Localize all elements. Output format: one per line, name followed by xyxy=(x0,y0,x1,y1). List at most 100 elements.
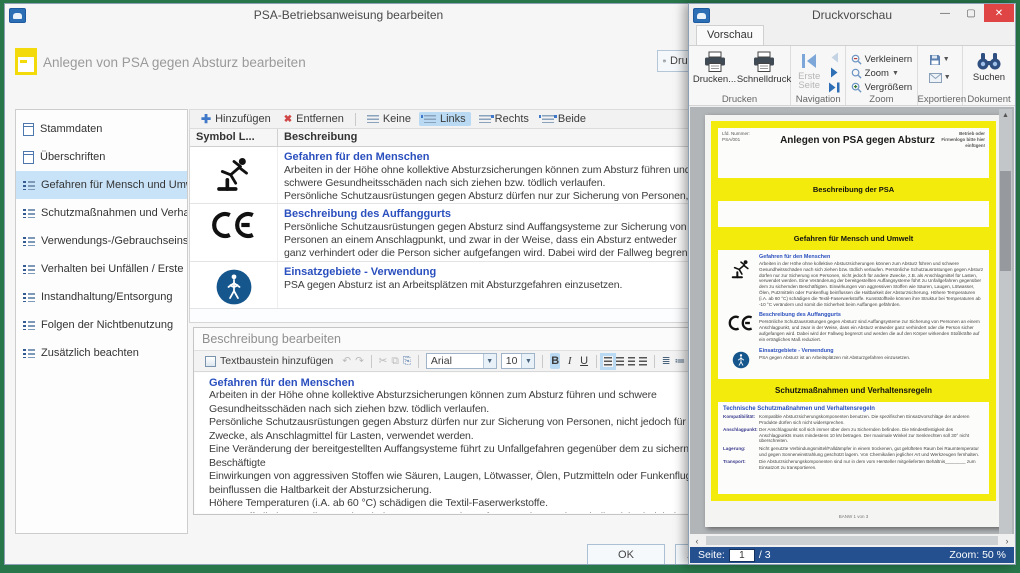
table-row[interactable]: Beschreibung des Auffanggurts Persönlich… xyxy=(190,204,691,262)
minimize-button[interactable]: — xyxy=(932,4,958,22)
plus-icon: ✚ xyxy=(201,112,211,126)
next-page-icon[interactable] xyxy=(826,66,842,79)
last-page-icon[interactable] xyxy=(826,81,842,94)
symbol-left-button[interactable]: Links xyxy=(419,112,471,126)
numbered-list-icon[interactable]: ≔ xyxy=(675,355,686,367)
align-justify-icon[interactable] xyxy=(639,357,647,366)
remove-icon: ✖ xyxy=(284,114,292,125)
group-label-navigation: Navigation xyxy=(791,94,845,105)
tech-term: Kompatibilität: xyxy=(723,414,759,425)
logo-hint: Betrieb oder Firmenlogo bitte hier einfü… xyxy=(941,131,985,175)
vertical-scrollbar[interactable]: ▲ xyxy=(999,109,1012,534)
printer-icon xyxy=(703,51,727,73)
page-item-title: Gefahren für den Menschen xyxy=(759,254,984,260)
preview-titlebar[interactable]: Druckvorschau — ▢ ✕ xyxy=(689,4,1015,26)
sidebar-item-instandhaltung[interactable]: Instandhaltung/Entsorgung xyxy=(16,283,187,311)
sidebar-item-label: Verhalten bei Unfällen / Erste Hilfe xyxy=(41,263,187,275)
undo-icon[interactable]: ↶ xyxy=(342,355,351,367)
description-cell: Beschreibung des Auffanggurts Persönlich… xyxy=(278,204,691,261)
snippet-icon xyxy=(205,356,216,367)
page-item: Beschreibung des Auffanggurts Persönlich… xyxy=(723,312,984,342)
preview-page[interactable]: Lfd. Nummer: PSA/001 Anlegen von PSA geg… xyxy=(705,115,1002,527)
print-label: Drucken... xyxy=(693,74,736,85)
table-row[interactable]: Einsatzgebiete - Verwendung PSA gegen Ab… xyxy=(190,262,691,309)
symbol-both-button[interactable]: Beide xyxy=(537,112,591,126)
tech-row: Anschlagpunkt:Der Anschlagpunkt soll sic… xyxy=(723,427,984,444)
zoom-label: Zoom xyxy=(865,68,889,79)
italic-button[interactable]: I xyxy=(564,353,574,369)
symbol-none-button[interactable]: Keine xyxy=(362,112,416,126)
ok-button[interactable]: OK xyxy=(587,544,665,565)
hazard-table: Symbol L... Beschreibung Gefahren für de… xyxy=(189,129,692,323)
quick-print-button[interactable]: Schnelldruck xyxy=(740,49,788,85)
sidebar-item-verwendung[interactable]: Verwendungs-/Gebrauchseinsch... xyxy=(16,227,187,255)
none-label: Keine xyxy=(383,113,411,125)
column-symbol[interactable]: Symbol L... xyxy=(190,129,278,146)
sidebar-item-nichtbenutzung[interactable]: Folgen der Nichtbenutzung xyxy=(16,311,187,339)
sidebar-item-label: Verwendungs-/Gebrauchseinsch... xyxy=(41,235,187,247)
page-item-title: Einsatzgebiete - Verwendung xyxy=(759,348,984,354)
desktop: { "main_window": { "title": "PSA-Betrieb… xyxy=(0,0,1020,573)
sidebar-item-zusaetzlich[interactable]: Zusätzlich beachten xyxy=(16,339,187,367)
zoom-button[interactable]: Zoom ▼ xyxy=(851,66,913,80)
bold-button[interactable]: B xyxy=(550,353,560,369)
tech-term: Lagerung: xyxy=(723,446,759,457)
table-row[interactable]: Gefahren für den Menschen Arbeiten in de… xyxy=(190,147,691,204)
align-right-icon[interactable] xyxy=(628,357,636,366)
scrollbar-thumb[interactable] xyxy=(1000,171,1011,271)
cut-icon[interactable]: ✂ xyxy=(379,355,388,367)
rich-text-editor[interactable]: Gefahren für den Menschen Arbeiten in de… xyxy=(195,373,690,513)
scroll-left-arrow[interactable]: ‹ xyxy=(690,536,704,546)
separator xyxy=(654,355,655,368)
sidebar-item-schutzmassnahmen[interactable]: Schutzmaßnahmen und Verhalte... xyxy=(16,199,187,227)
page-number-input[interactable] xyxy=(729,549,755,562)
bullet-list-icon[interactable]: ≣ xyxy=(662,355,671,367)
search-button[interactable]: Suchen xyxy=(965,49,1013,83)
font-family-select[interactable]: Arial▼ xyxy=(426,353,497,369)
scroll-right-arrow[interactable]: › xyxy=(1000,536,1014,546)
align-center-icon[interactable] xyxy=(616,357,624,366)
redo-icon[interactable]: ↷ xyxy=(355,355,364,367)
column-description[interactable]: Beschreibung xyxy=(278,129,691,146)
separator xyxy=(542,355,543,368)
sidebar-item-gefahren[interactable]: Gefahren für Mensch und Umwelt xyxy=(16,171,187,199)
email-export-button[interactable]: ▼ xyxy=(929,70,951,85)
editor-toolbar: Textbaustein hinzufügen ↶ ↷ ✂ ⧉ ⎘ Arial▼… xyxy=(194,350,691,372)
close-button[interactable]: ✕ xyxy=(984,4,1014,22)
tab-vorschau[interactable]: Vorschau xyxy=(696,25,764,45)
tech-row: Kompatibilität:Kompatible Absturzsicheru… xyxy=(723,414,984,425)
sidebar-item-ueberschriften[interactable]: Überschriften xyxy=(16,143,187,171)
sidebar-item-unfaelle[interactable]: Verhalten bei Unfällen / Erste Hilfe xyxy=(16,255,187,283)
sidebar-item-label: Instandhaltung/Entsorgung xyxy=(41,291,173,303)
underline-button[interactable]: U xyxy=(579,353,589,369)
font-size-select[interactable]: 10▼ xyxy=(501,353,536,369)
add-button[interactable]: ✚Hinzufügen xyxy=(196,111,276,127)
zoom-in-button[interactable]: Vergrößern xyxy=(851,80,913,94)
main-titlebar[interactable]: PSA-Betriebsanweisung bearbeiten xyxy=(5,4,692,26)
doc-number: Lfd. Nummer: PSA/001 xyxy=(722,131,774,175)
paste-icon[interactable]: ⎘ xyxy=(403,355,411,368)
maximize-button[interactable]: ▢ xyxy=(958,4,984,22)
add-snippet-button[interactable]: Textbaustein hinzufügen xyxy=(200,354,338,368)
zoom-out-button[interactable]: Verkleinern xyxy=(851,52,913,66)
symbol-cell xyxy=(190,147,278,203)
print-dialog-button[interactable]: Drucken... xyxy=(691,49,738,85)
group-label-zoom: Zoom xyxy=(846,94,916,105)
section-band-beschreibung: Beschreibung der PSA xyxy=(718,185,989,194)
sidebar-item-stammdaten[interactable]: Stammdaten xyxy=(16,115,187,143)
copy-icon[interactable]: ⧉ xyxy=(391,355,399,368)
previous-page-icon[interactable] xyxy=(826,51,842,64)
scroll-up-arrow[interactable]: ▲ xyxy=(999,109,1012,122)
remove-button[interactable]: ✖Entfernen xyxy=(279,112,349,126)
scrollbar-thumb[interactable] xyxy=(706,536,998,545)
font-family-value: Arial xyxy=(427,355,483,367)
section-band-schutzmassnahmen: Schutzmaßnahmen und Verhaltensregeln xyxy=(718,386,989,395)
chevron-down-icon: ▼ xyxy=(943,56,950,63)
horizontal-scrollbar[interactable]: ‹ › xyxy=(690,534,1014,547)
first-page-button[interactable]: Erste Seite xyxy=(794,49,824,90)
save-export-button[interactable]: ▼ xyxy=(929,52,951,67)
symbol-right-button[interactable]: Rechts xyxy=(474,112,534,126)
right-label: Rechts xyxy=(495,113,529,125)
align-left-icon[interactable] xyxy=(604,357,612,366)
row-title: Beschreibung des Auffanggurts xyxy=(284,208,685,220)
